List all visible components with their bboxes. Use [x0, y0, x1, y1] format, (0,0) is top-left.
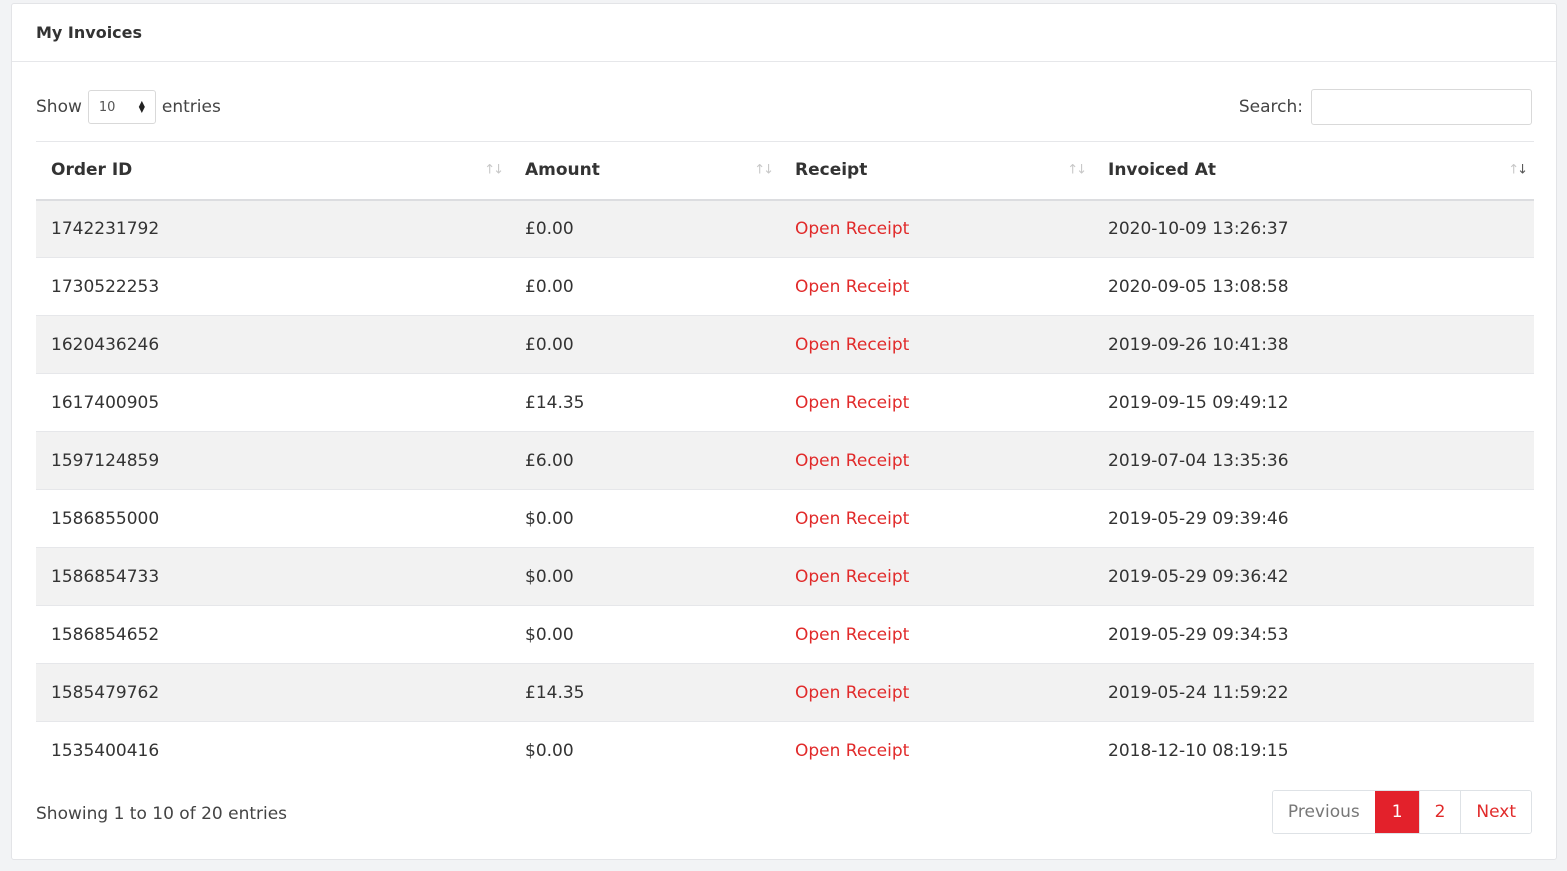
entries-label: entries	[161, 97, 221, 117]
amount-cell: £6.00	[510, 431, 780, 490]
open-receipt-link[interactable]: Open Receipt	[795, 625, 909, 645]
order-id-cell: 1585479762	[36, 663, 510, 722]
amount-cell: $0.00	[510, 605, 780, 664]
table-row: 1586854733 $0.00 Open Receipt 2019-05-29…	[36, 547, 1534, 606]
table-header-row: Order ID ↑↓ Amount ↑↓ Receipt ↑↓ Invoice…	[36, 141, 1534, 201]
card-title: My Invoices	[36, 23, 143, 42]
receipt-cell: Open Receipt	[780, 373, 1093, 432]
invoices-table: Order ID ↑↓ Amount ↑↓ Receipt ↑↓ Invoice…	[36, 141, 1534, 780]
entries-select[interactable]: 10 ▲ ▼	[87, 90, 156, 124]
invoiced-at-cell: 2019-05-29 09:36:42	[1093, 547, 1534, 606]
open-receipt-link[interactable]: Open Receipt	[795, 509, 909, 529]
table-row: 1585479762 £14.35 Open Receipt 2019-05-2…	[36, 663, 1534, 722]
entries-length-control: Show 10 ▲ ▼ entries	[36, 90, 221, 124]
search-label: Search:	[1238, 97, 1303, 117]
invoiced-at-cell: 2019-05-29 09:34:53	[1093, 605, 1534, 664]
sort-icon: ↑↓	[754, 162, 774, 178]
select-arrows-icon: ▲ ▼	[138, 99, 145, 114]
table-row: 1730522253 £0.00 Open Receipt 2020-09-05…	[36, 257, 1534, 316]
open-receipt-link[interactable]: Open Receipt	[795, 219, 909, 239]
order-id-cell: 1617400905	[36, 373, 510, 432]
invoices-card: My Invoices Show 10 ▲ ▼ entries Search: O…	[11, 3, 1557, 860]
amount-cell: £14.35	[510, 663, 780, 722]
previous-button[interactable]: Previous	[1272, 791, 1375, 833]
column-header-label: Invoiced At	[1108, 160, 1216, 181]
column-header-label: Receipt	[795, 160, 868, 181]
open-receipt-link[interactable]: Open Receipt	[795, 451, 909, 471]
invoiced-at-cell: 2018-12-10 08:19:15	[1093, 721, 1534, 780]
invoiced-at-cell: 2020-09-05 13:08:58	[1093, 257, 1534, 316]
table-row: 1535400416 $0.00 Open Receipt 2018-12-10…	[36, 721, 1534, 780]
receipt-cell: Open Receipt	[780, 663, 1093, 722]
receipt-cell: Open Receipt	[780, 547, 1093, 606]
amount-cell: £14.35	[510, 373, 780, 432]
table-row: 1586855000 $0.00 Open Receipt 2019-05-29…	[36, 489, 1534, 548]
receipt-cell: Open Receipt	[780, 721, 1093, 780]
amount-cell: £0.00	[510, 315, 780, 374]
open-receipt-link[interactable]: Open Receipt	[795, 335, 909, 355]
invoiced-at-cell: 2020-10-09 13:26:37	[1093, 199, 1534, 258]
page-1-button[interactable]: 1	[1374, 791, 1419, 833]
receipt-cell: Open Receipt	[780, 605, 1093, 664]
card-header: My Invoices	[12, 4, 1556, 62]
amount-cell: $0.00	[510, 721, 780, 780]
open-receipt-link[interactable]: Open Receipt	[795, 277, 909, 297]
next-button[interactable]: Next	[1460, 791, 1531, 833]
search-input[interactable]	[1311, 89, 1532, 125]
order-id-cell: 1730522253	[36, 257, 510, 316]
receipt-cell: Open Receipt	[780, 431, 1093, 490]
order-id-cell: 1620436246	[36, 315, 510, 374]
receipt-cell: Open Receipt	[780, 489, 1093, 548]
order-id-cell: 1586854733	[36, 547, 510, 606]
sort-desc-icon: ↑↓	[1508, 162, 1528, 178]
amount-cell: £0.00	[510, 199, 780, 258]
receipt-cell: Open Receipt	[780, 315, 1093, 374]
order-id-cell: 1597124859	[36, 431, 510, 490]
table-row: 1742231792 £0.00 Open Receipt 2020-10-09…	[36, 199, 1534, 258]
invoiced-at-cell: 2019-07-04 13:35:36	[1093, 431, 1534, 490]
amount-cell: $0.00	[510, 547, 780, 606]
table-row: 1620436246 £0.00 Open Receipt 2019-09-26…	[36, 315, 1534, 374]
page-2-button[interactable]: 2	[1418, 791, 1461, 833]
column-header-invoiced-at[interactable]: Invoiced At ↑↓	[1093, 141, 1534, 201]
table-controls: Show 10 ▲ ▼ entries Search:	[36, 88, 1532, 126]
sort-icon: ↑↓	[484, 162, 504, 178]
invoiced-at-cell: 2019-05-29 09:39:46	[1093, 489, 1534, 548]
order-id-cell: 1742231792	[36, 199, 510, 258]
entries-select-value: 10	[98, 99, 116, 115]
sort-icon: ↑↓	[1067, 162, 1087, 178]
open-receipt-link[interactable]: Open Receipt	[795, 741, 909, 761]
pagination: Previous 1 2 Next	[1271, 790, 1532, 834]
order-id-cell: 1586855000	[36, 489, 510, 548]
invoiced-at-cell: 2019-05-24 11:59:22	[1093, 663, 1534, 722]
table-row: 1586854652 $0.00 Open Receipt 2019-05-29…	[36, 605, 1534, 664]
order-id-cell: 1586854652	[36, 605, 510, 664]
table-info: Showing 1 to 10 of 20 entries	[36, 804, 288, 824]
amount-cell: $0.00	[510, 489, 780, 548]
search-control: Search:	[1239, 89, 1532, 125]
amount-cell: £0.00	[510, 257, 780, 316]
show-label: Show	[36, 97, 82, 117]
column-header-order-id[interactable]: Order ID ↑↓	[36, 141, 510, 201]
column-header-label: Amount	[525, 160, 600, 181]
invoiced-at-cell: 2019-09-26 10:41:38	[1093, 315, 1534, 374]
column-header-receipt[interactable]: Receipt ↑↓	[780, 141, 1093, 201]
invoiced-at-cell: 2019-09-15 09:49:12	[1093, 373, 1534, 432]
table-row: 1617400905 £14.35 Open Receipt 2019-09-1…	[36, 373, 1534, 432]
receipt-cell: Open Receipt	[780, 199, 1093, 258]
open-receipt-link[interactable]: Open Receipt	[795, 683, 909, 703]
table-row: 1597124859 £6.00 Open Receipt 2019-07-04…	[36, 431, 1534, 490]
receipt-cell: Open Receipt	[780, 257, 1093, 316]
open-receipt-link[interactable]: Open Receipt	[795, 567, 909, 587]
open-receipt-link[interactable]: Open Receipt	[795, 393, 909, 413]
column-header-amount[interactable]: Amount ↑↓	[510, 141, 780, 201]
order-id-cell: 1535400416	[36, 721, 510, 780]
column-header-label: Order ID	[51, 160, 133, 181]
